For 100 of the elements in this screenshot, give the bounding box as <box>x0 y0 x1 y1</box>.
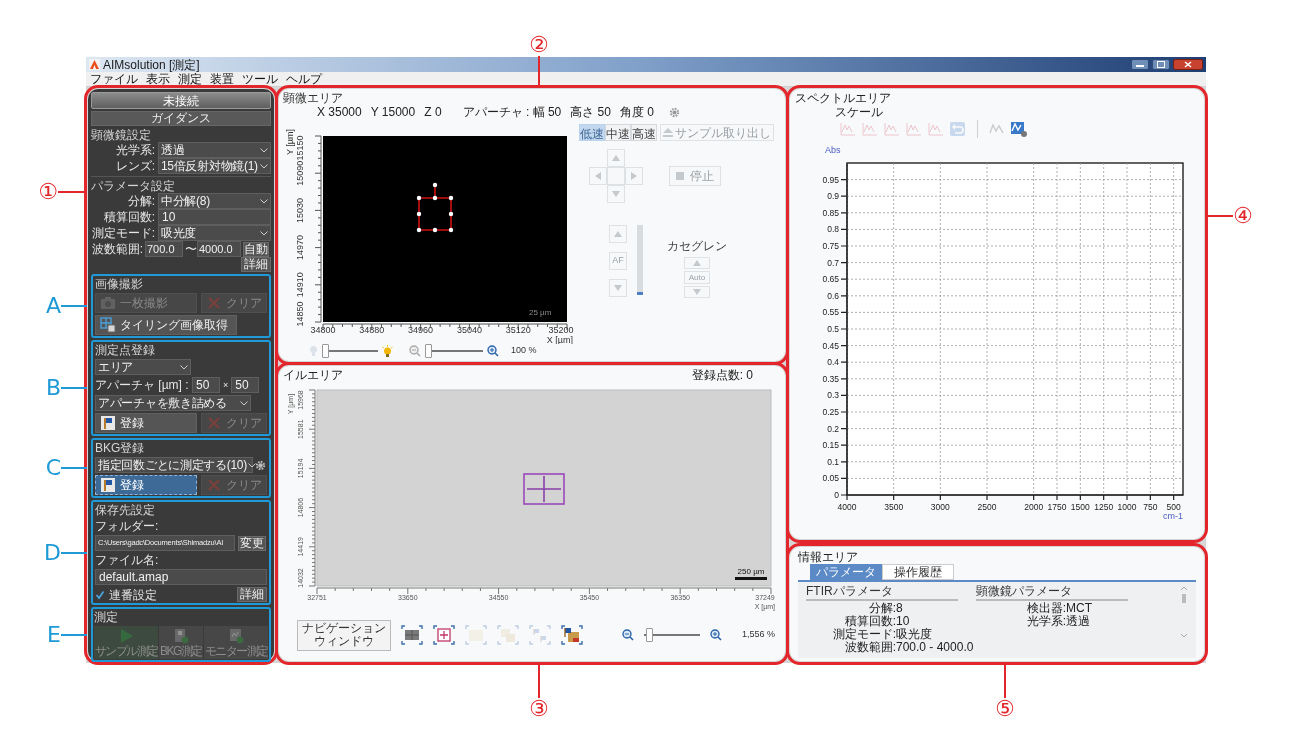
menu-item[interactable]: 装置 <box>210 72 234 86</box>
flag-icon <box>100 477 116 493</box>
tick-label: 0.4 <box>827 357 839 368</box>
button[interactable]: 詳細 <box>237 587 267 602</box>
triangle-icon <box>614 284 622 292</box>
button[interactable]: 登録 <box>95 413 197 433</box>
tick-label: 0.8 <box>827 224 839 235</box>
minimize-icon[interactable] <box>1131 59 1149 70</box>
chevron-icon <box>180 364 188 370</box>
button[interactable]: 詳細 <box>241 257 271 272</box>
dropdown[interactable]: 透過 <box>158 142 271 158</box>
param-label: 分解: <box>867 602 896 615</box>
button[interactable]: 登録 <box>95 475 197 495</box>
menu-item[interactable]: ヘルプ <box>286 72 322 86</box>
crosshair-marker <box>523 473 565 505</box>
menu-item[interactable]: 測定 <box>178 72 202 86</box>
section-title: 測定点登録 <box>95 343 156 357</box>
param-label: 測定モード: <box>831 628 896 641</box>
param-label: 光学系: <box>1025 615 1066 628</box>
dropdown[interactable]: 指定回数ごとに測定する(10) <box>95 457 253 473</box>
slider-thumb[interactable] <box>322 344 329 358</box>
navigation-window-button[interactable]: ナビゲーション ウィンドウ <box>297 619 391 651</box>
param-value: 透過 <box>1066 615 1091 628</box>
speed-tab[interactable]: 低速 <box>579 124 605 141</box>
button[interactable]: 自動 <box>243 241 269 257</box>
tab[interactable]: パラメータ <box>810 564 882 580</box>
maximize-icon[interactable] <box>1152 59 1170 70</box>
chevron-icon <box>240 400 248 406</box>
toolbar-label: スケール <box>834 105 884 119</box>
bright-bulb-icon <box>382 344 393 358</box>
speed-tab[interactable]: 中速 <box>605 124 631 141</box>
slider-thumb[interactable] <box>425 344 432 358</box>
slider[interactable] <box>425 344 483 358</box>
tick-label: 0.25 <box>822 407 839 417</box>
text-field[interactable]: 50 <box>192 377 220 393</box>
text-field[interactable]: 10 <box>158 209 271 225</box>
zoom-in-icon[interactable] <box>709 629 722 641</box>
button[interactable]: 変更 <box>238 535 266 551</box>
text-field[interactable]: 50 <box>231 377 260 393</box>
tick-label: 0.65 <box>822 274 839 285</box>
scrollbar[interactable] <box>1180 585 1188 639</box>
section-title: 画像撮影 <box>95 277 144 291</box>
arrow-button[interactable] <box>589 167 607 185</box>
close-icon[interactable] <box>1173 59 1203 70</box>
guidance-button[interactable]: ガイダンス <box>91 111 271 126</box>
menu-item[interactable]: 表示 <box>146 72 170 86</box>
text-field[interactable]: 4000.0 <box>197 241 241 257</box>
field-label: 積算回数: <box>102 210 155 224</box>
gear-icon[interactable] <box>668 107 680 118</box>
text-field[interactable]: 700.0 <box>145 241 183 257</box>
add-frame-icon[interactable] <box>433 625 455 645</box>
dropdown[interactable]: 吸光度 <box>158 225 271 241</box>
speed-tab[interactable]: 高速 <box>631 124 657 141</box>
leader-line <box>58 191 84 193</box>
button[interactable]: タイリング画像取得 <box>95 315 237 335</box>
tick-label: 0.1 <box>827 456 839 467</box>
tile-icon[interactable] <box>401 625 423 645</box>
field-label: 分解: <box>126 194 155 208</box>
slider[interactable] <box>643 628 700 642</box>
file-name-field[interactable]: default.amap <box>95 569 267 585</box>
slider[interactable] <box>322 344 378 358</box>
tick-label: 1750 <box>1047 502 1067 512</box>
status-text: Z 0 <box>424 105 442 120</box>
flag-map-icon[interactable] <box>561 625 583 645</box>
arrow-button[interactable] <box>684 286 710 298</box>
zoom-out-icon[interactable] <box>621 629 634 641</box>
tab[interactable]: 操作履歴 <box>882 564 954 580</box>
dropdown[interactable]: 15倍反射対物鏡(1) <box>158 158 271 174</box>
param-value: MCT <box>1066 602 1093 615</box>
leader-line <box>1207 215 1233 217</box>
tick-label: 35040 <box>456 325 482 335</box>
field-label: 測定モード: <box>91 226 155 240</box>
cross-icon <box>206 477 222 493</box>
slider-thumb[interactable] <box>646 628 654 642</box>
arrow-button[interactable] <box>625 167 643 185</box>
tick-label: 0.35 <box>822 373 839 384</box>
cross-icon <box>206 415 222 431</box>
checkbox[interactable] <box>95 589 105 600</box>
leader-line <box>61 633 87 636</box>
arrow-button[interactable] <box>609 279 627 297</box>
menu-item[interactable]: ファイル <box>90 72 138 86</box>
arrow-button[interactable] <box>607 149 625 167</box>
arrow-button[interactable] <box>607 185 625 203</box>
tick-label: 0.95 <box>822 174 839 185</box>
gear-icon[interactable] <box>255 459 266 471</box>
tick-label: 3000 <box>930 502 950 512</box>
arrow-button[interactable] <box>609 225 627 243</box>
dropdown[interactable]: アパーチャを敷き詰める <box>95 395 251 411</box>
dropdown[interactable]: エリア <box>95 359 191 375</box>
zoom-in-icon[interactable] <box>487 345 499 357</box>
menu-item[interactable]: ツール <box>242 72 278 86</box>
leader-line <box>61 467 87 469</box>
status-button[interactable]: 未接続 <box>91 92 271 109</box>
tick-label: 0.5 <box>827 324 839 334</box>
play-icon <box>118 627 134 644</box>
window-title: AIMsolution [測定] <box>103 57 200 72</box>
leader-line <box>61 305 87 307</box>
dropdown[interactable]: 中分解(8) <box>158 193 271 209</box>
spectrum-settings-icon[interactable] <box>1010 120 1028 138</box>
arrow-button[interactable] <box>684 257 710 269</box>
